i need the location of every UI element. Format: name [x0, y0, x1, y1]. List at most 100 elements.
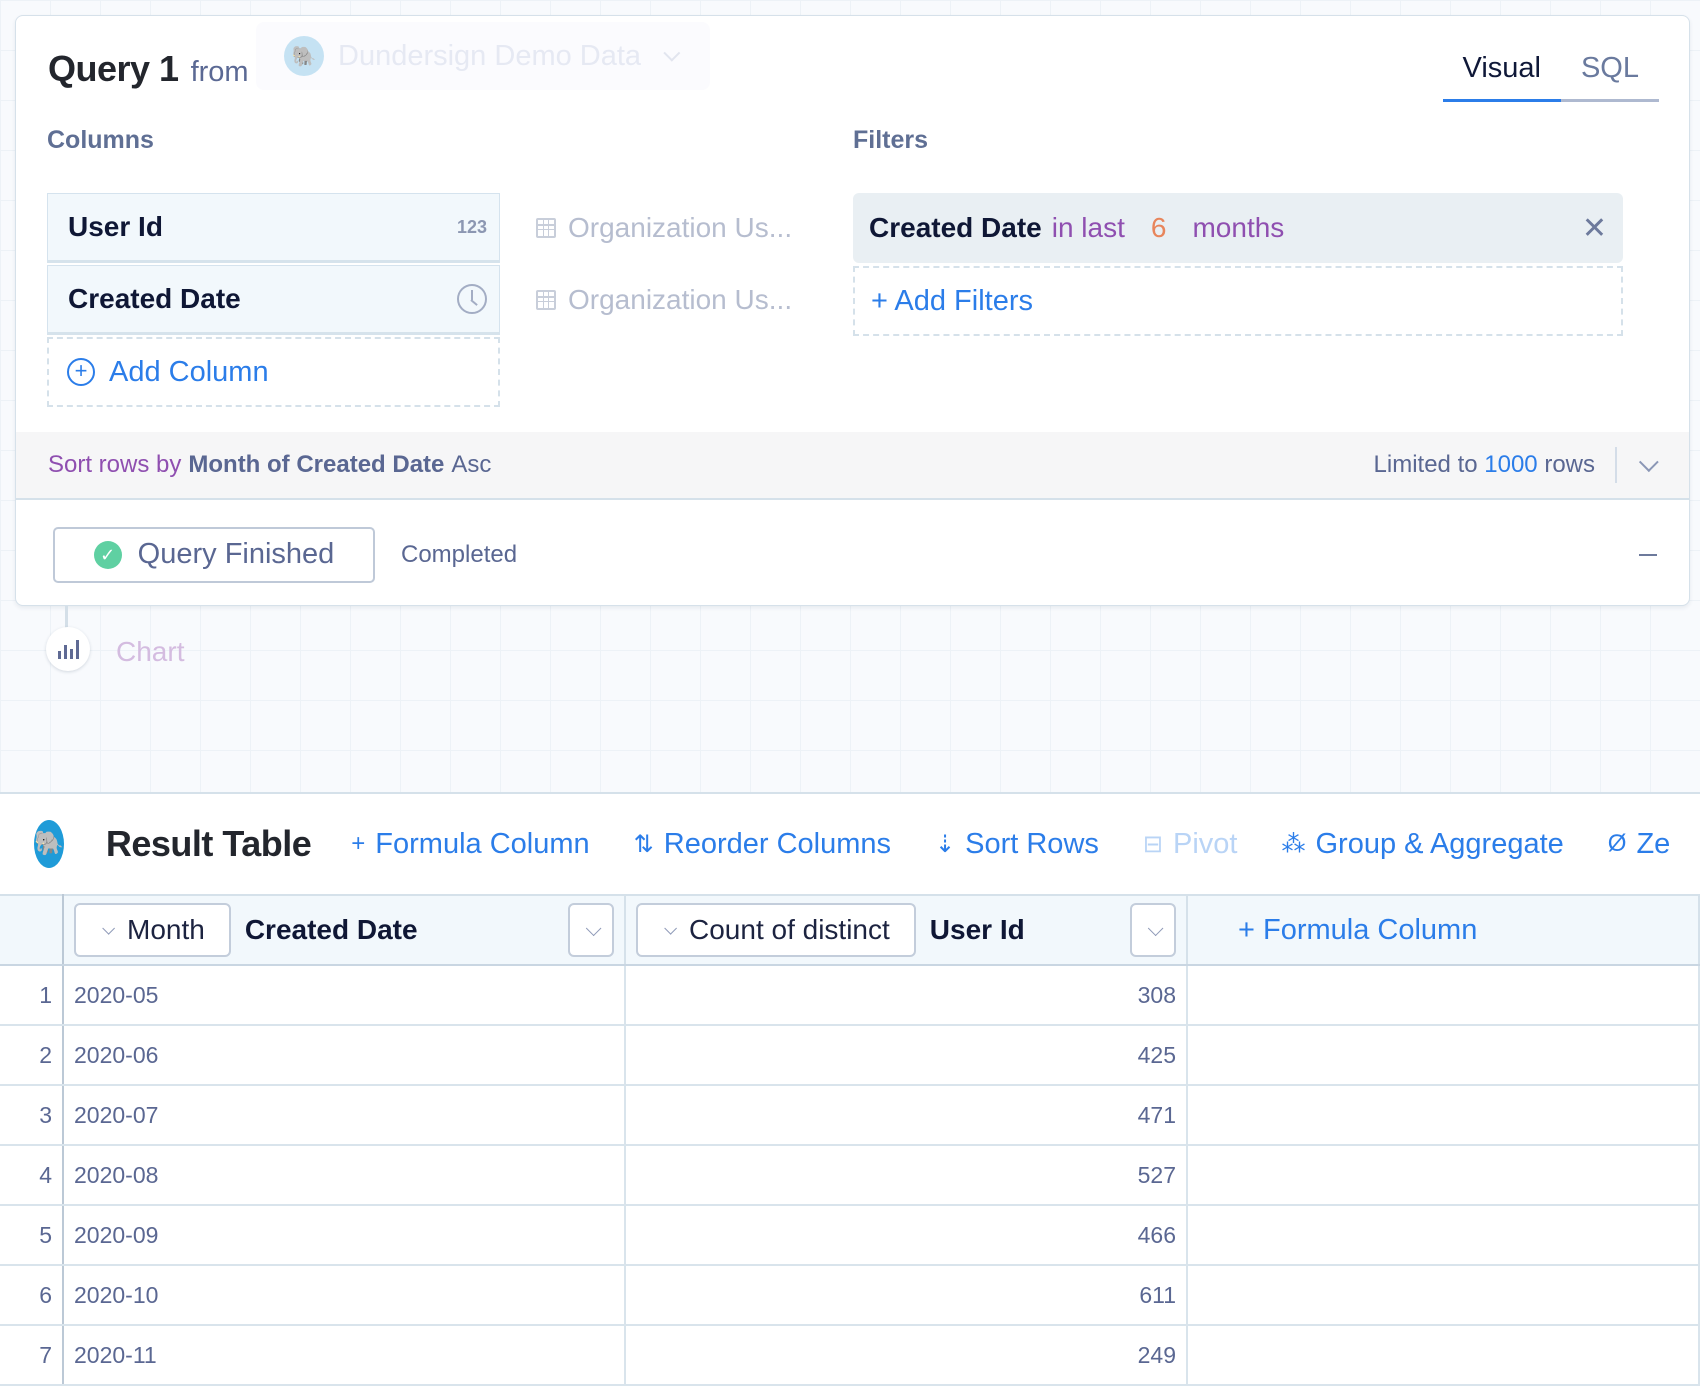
cell-count[interactable]: 466	[625, 1205, 1188, 1266]
add-formula-column-button[interactable]: + Formula Column	[1198, 914, 1477, 946]
aggregation-label: Count of distinct	[689, 914, 890, 945]
cell-empty	[1187, 1265, 1700, 1326]
aggregation-select[interactable]: Count of distinct	[636, 903, 916, 957]
cell-empty	[1187, 1085, 1700, 1146]
group-icon: ⁂	[1281, 830, 1306, 858]
query-status-button[interactable]: ✓ Query Finished	[53, 526, 375, 583]
cell-month[interactable]: 2020-11	[63, 1325, 626, 1386]
add-formula-column-header: + Formula Column	[1187, 894, 1700, 966]
cell-month[interactable]: 2020-07	[63, 1085, 626, 1146]
cell-count[interactable]: 471	[625, 1085, 1188, 1146]
filter-chip[interactable]: Created Date in last 6 months ✕	[853, 193, 1623, 263]
tab-sql[interactable]: SQL	[1560, 42, 1659, 102]
table-row[interactable]: 4 2020-08 527	[0, 1145, 1700, 1206]
zero-fill-button[interactable]: Ø Ze	[1608, 828, 1671, 861]
tab-visual[interactable]: Visual	[1442, 42, 1561, 102]
bar-chart-icon[interactable]	[46, 627, 90, 671]
add-column-label: Add Column	[109, 355, 269, 388]
limit-suffix: rows	[1544, 451, 1595, 478]
cell-month[interactable]: 2020-08	[63, 1145, 626, 1206]
chart-step-label[interactable]: Chart	[116, 636, 184, 668]
cell-empty	[1187, 1025, 1700, 1086]
column-name: Created Date	[244, 914, 418, 945]
column-source-text: Organization Us...	[568, 284, 793, 315]
sort-rows-button[interactable]: ⇣ Sort Rows	[935, 828, 1099, 861]
postgres-icon: 🐘	[284, 36, 324, 76]
column-list: User Id 123 Created Date + Add Column	[47, 193, 500, 407]
query-status-label: Query Finished	[137, 538, 335, 570]
column-source-hint: Organization Us...	[536, 284, 792, 316]
close-icon[interactable]: ✕	[1582, 211, 1607, 246]
cell-month[interactable]: 2020-09	[63, 1205, 626, 1266]
formula-column-button[interactable]: + Formula Column	[351, 828, 589, 861]
table-row[interactable]: 6 2020-10 611	[0, 1265, 1700, 1326]
add-filters-button[interactable]: + Add Filters	[853, 266, 1623, 336]
row-index: 4	[0, 1145, 64, 1206]
query-title: Query 1 from	[48, 48, 249, 90]
aggregation-select[interactable]: Month	[74, 903, 231, 957]
query-card: Query 1 from 🐘 Dundersign Demo Data Visu…	[15, 15, 1690, 606]
reorder-columns-button[interactable]: ⇅ Reorder Columns	[634, 828, 891, 861]
column-menu-button[interactable]	[1130, 903, 1176, 957]
table-icon	[536, 218, 556, 238]
cell-count[interactable]: 308	[625, 965, 1188, 1026]
table-icon	[536, 290, 556, 310]
add-column-button[interactable]: + Add Column	[47, 337, 500, 407]
cell-empty	[1187, 965, 1700, 1026]
button-label: Pivot	[1173, 827, 1238, 860]
column-name: User Id	[929, 914, 1025, 945]
filter-unit[interactable]: months	[1192, 212, 1284, 244]
column-header-created-date: Month Created Date	[63, 894, 626, 966]
minimize-icon[interactable]	[1639, 553, 1657, 556]
chevron-down-icon[interactable]	[1638, 452, 1659, 473]
cell-empty	[1187, 1325, 1700, 1386]
cell-month[interactable]: 2020-05	[63, 965, 626, 1026]
filter-field: Created Date	[869, 212, 1042, 243]
filters-label: Filters	[853, 126, 929, 154]
clock-icon	[457, 284, 487, 314]
button-label: Group & Aggregate	[1315, 827, 1564, 860]
column-chip-created-date[interactable]: Created Date	[47, 265, 500, 335]
sort-field: Month of Created Date	[188, 451, 445, 478]
table-row[interactable]: 1 2020-05 308	[0, 965, 1700, 1026]
sort-prefix: Sort rows by	[48, 451, 182, 478]
filter-operator[interactable]: in last	[1052, 212, 1125, 244]
filter-value[interactable]: 6	[1151, 212, 1167, 244]
column-label: Created Date	[68, 283, 241, 314]
table-row[interactable]: 7 2020-11 249	[0, 1325, 1700, 1386]
divider	[1615, 447, 1617, 483]
chevron-down-icon	[663, 44, 681, 62]
number-type-icon: 123	[456, 216, 487, 237]
button-label: Sort Rows	[965, 827, 1099, 860]
reorder-icon: ⇅	[633, 830, 654, 858]
row-index: 7	[0, 1325, 64, 1386]
pivot-button[interactable]: ⊟ Pivot	[1143, 828, 1238, 861]
table-row[interactable]: 5 2020-09 466	[0, 1205, 1700, 1266]
aggregation-label: Month	[127, 914, 205, 945]
cell-count[interactable]: 527	[625, 1145, 1188, 1206]
column-source-hint: Organization Us...	[536, 212, 792, 244]
query-name[interactable]: Query 1	[48, 48, 179, 90]
column-chip-user-id[interactable]: User Id 123	[47, 193, 500, 263]
row-limit[interactable]: Limited to 1000 rows	[1374, 451, 1595, 479]
cell-count[interactable]: 611	[625, 1265, 1188, 1326]
status-row: ✓ Query Finished Completed	[16, 502, 1689, 605]
cell-month[interactable]: 2020-06	[63, 1025, 626, 1086]
table-row[interactable]: 3 2020-07 471	[0, 1085, 1700, 1146]
cell-month[interactable]: 2020-10	[63, 1265, 626, 1326]
column-menu-button[interactable]	[568, 903, 614, 957]
sort-bar[interactable]: Sort rows by Month of Created Date Asc L…	[16, 432, 1689, 500]
cell-count[interactable]: 425	[625, 1025, 1188, 1086]
cell-count[interactable]: 249	[625, 1325, 1188, 1386]
group-aggregate-button[interactable]: ⁂ Group & Aggregate	[1281, 828, 1563, 861]
source-select[interactable]: 🐘 Dundersign Demo Data	[256, 22, 710, 90]
button-label: Formula Column	[375, 827, 590, 860]
chevron-down-icon	[102, 921, 115, 935]
sort-icon: ⇣	[935, 830, 956, 858]
index-header	[0, 894, 64, 966]
zero-fill-icon: Ø	[1607, 830, 1627, 857]
column-label: User Id	[68, 211, 163, 242]
table-row[interactable]: 2 2020-06 425	[0, 1025, 1700, 1086]
button-label: Ze	[1636, 827, 1671, 860]
plus-circle-icon: +	[67, 358, 95, 386]
